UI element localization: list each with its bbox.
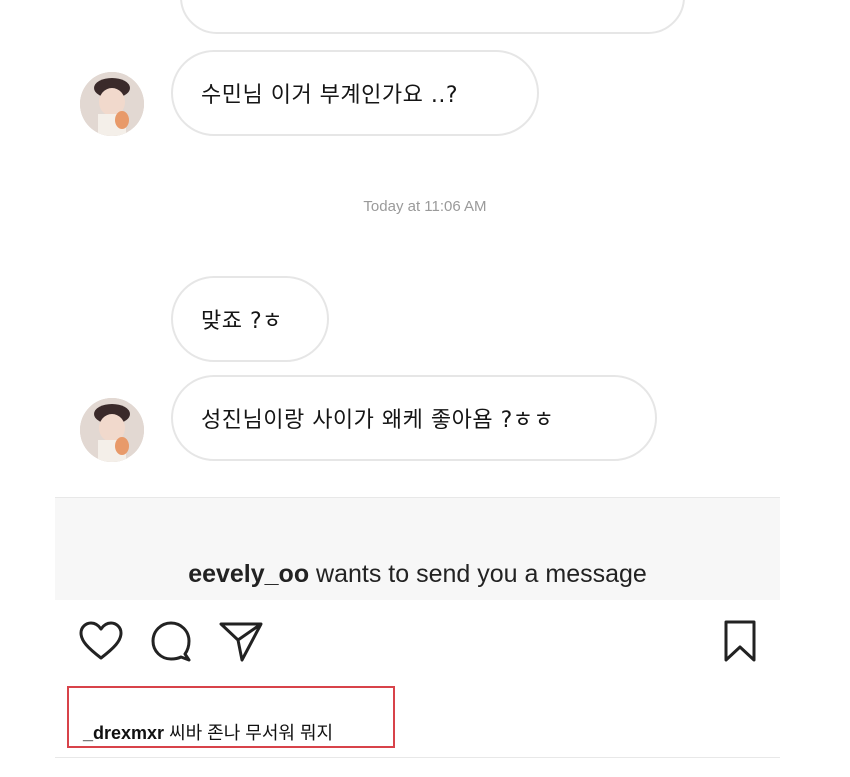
timestamp: Today at 11:06 AM bbox=[363, 198, 487, 215]
message-bubble[interactable]: 성진님이랑 사이가 왜케 좋아욤 ?ㅎㅎ bbox=[171, 375, 657, 461]
comment: _drexmxr 씨바 존나 무서워 뭐지 bbox=[83, 719, 333, 745]
message-text: 성진님이랑 사이가 왜케 좋아욤 ?ㅎㅎ bbox=[201, 408, 555, 433]
message-bubble-previous[interactable] bbox=[180, 0, 685, 34]
avatar[interactable] bbox=[80, 398, 144, 462]
message-bubble[interactable]: 수민님 이거 부계인가요 ..? bbox=[171, 50, 539, 136]
bookmark-icon[interactable] bbox=[722, 619, 758, 663]
message-bubble[interactable]: 맞죠 ?ㅎ bbox=[171, 276, 329, 362]
message-request-banner[interactable]: eevely_oo wants to send you a message bbox=[55, 497, 780, 600]
request-label: wants to send you a message bbox=[309, 560, 647, 588]
avatar-image bbox=[80, 398, 144, 462]
avatar-image bbox=[80, 72, 144, 136]
comment-username[interactable]: _drexmxr bbox=[83, 723, 164, 743]
message-request-text: eevely_oo wants to send you a message bbox=[55, 560, 780, 589]
message-text: 맞죠 ?ㅎ bbox=[201, 309, 283, 334]
divider bbox=[55, 757, 780, 758]
chat-thread: 수민님 이거 부계인가요 ..? Today at 11:06 AM 맞죠 ?ㅎ… bbox=[0, 0, 850, 497]
comment-text: 씨바 존나 무서워 뭐지 bbox=[164, 723, 334, 743]
request-username[interactable]: eevely_oo bbox=[188, 560, 309, 588]
avatar[interactable] bbox=[80, 72, 144, 136]
send-icon[interactable] bbox=[218, 619, 264, 663]
comment-icon[interactable] bbox=[149, 619, 193, 663]
heart-icon[interactable] bbox=[78, 620, 124, 662]
post-actions bbox=[0, 600, 850, 680]
message-text: 수민님 이거 부계인가요 ..? bbox=[201, 83, 459, 108]
